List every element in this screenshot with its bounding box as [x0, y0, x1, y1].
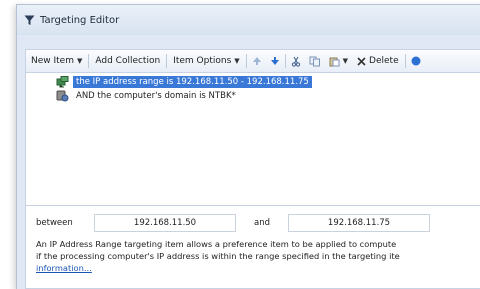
item-options-button[interactable]: Item Options ▼ — [168, 50, 244, 72]
cut-button[interactable] — [287, 50, 305, 72]
new-item-label: New Item — [31, 56, 74, 66]
delete-button[interactable]: Delete — [352, 50, 404, 72]
help-description: An IP Address Range targeting item allow… — [36, 238, 480, 274]
tree-item-ip-range[interactable]: the IP address range is 192.168.11.50 - … — [56, 75, 312, 89]
network-icon — [56, 76, 70, 88]
toolbar-divider — [245, 54, 247, 68]
chevron-down-icon: ▼ — [76, 57, 83, 65]
toolbar: New Item ▼ Add Collection Item Options ▼… — [25, 49, 480, 73]
paste-icon — [329, 57, 340, 66]
targeting-editor-window: Targeting Editor New Item ▼ Add Collecti… — [16, 4, 480, 289]
description-line: if the processing computer's IP address … — [36, 251, 400, 261]
between-label: between — [36, 218, 73, 228]
start-ip-field[interactable]: 192.168.11.50 — [94, 214, 236, 232]
targeting-items-tree: the IP address range is 192.168.11.50 - … — [25, 72, 480, 207]
title-bar: Targeting Editor — [17, 5, 480, 35]
add-collection-label: Add Collection — [95, 56, 161, 66]
delete-icon — [357, 56, 366, 66]
filter-icon — [23, 14, 35, 26]
move-up-button[interactable] — [248, 50, 266, 72]
scissors-icon — [291, 56, 300, 67]
arrow-down-icon — [270, 57, 279, 65]
and-label: and — [254, 218, 270, 228]
end-ip-value: 192.168.11.75 — [327, 218, 391, 228]
window-title: Targeting Editor — [40, 14, 120, 26]
tree-item-domain[interactable]: AND the computer's domain is NTBK* — [56, 89, 239, 103]
description-line: An IP Address Range targeting item allow… — [36, 239, 397, 249]
new-item-button[interactable]: New Item ▼ — [26, 50, 87, 72]
end-ip-field[interactable]: 192.168.11.75 — [288, 214, 430, 232]
delete-label: Delete — [369, 56, 399, 66]
toolbar-divider — [166, 54, 168, 68]
copy-icon — [309, 56, 320, 66]
help-button[interactable] — [407, 50, 425, 72]
item-options-label: Item Options — [173, 56, 232, 66]
toolbar-divider — [284, 54, 286, 68]
paste-button[interactable]: ▼ — [325, 50, 352, 72]
domain-icon — [56, 90, 70, 102]
chevron-down-icon: ▼ — [342, 57, 349, 65]
more-information-link[interactable]: information... — [36, 263, 92, 273]
ip-range-row: between 192.168.11.50 and 192.168.11.75 — [36, 214, 430, 232]
chevron-down-icon: ▼ — [234, 57, 240, 65]
add-collection-button[interactable]: Add Collection — [90, 50, 165, 72]
item-details-panel: between 192.168.11.50 and 192.168.11.75 … — [25, 205, 480, 289]
arrow-up-icon — [252, 57, 261, 65]
help-icon — [411, 56, 421, 66]
copy-button[interactable] — [305, 50, 325, 72]
tree-item-label: the IP address range is 192.168.11.50 - … — [73, 76, 312, 88]
move-down-button[interactable] — [266, 50, 284, 72]
tree-item-label: AND the computer's domain is NTBK* — [76, 91, 236, 101]
start-ip-value: 192.168.11.50 — [133, 218, 197, 228]
toolbar-divider — [88, 54, 90, 68]
toolbar-divider — [404, 54, 406, 68]
